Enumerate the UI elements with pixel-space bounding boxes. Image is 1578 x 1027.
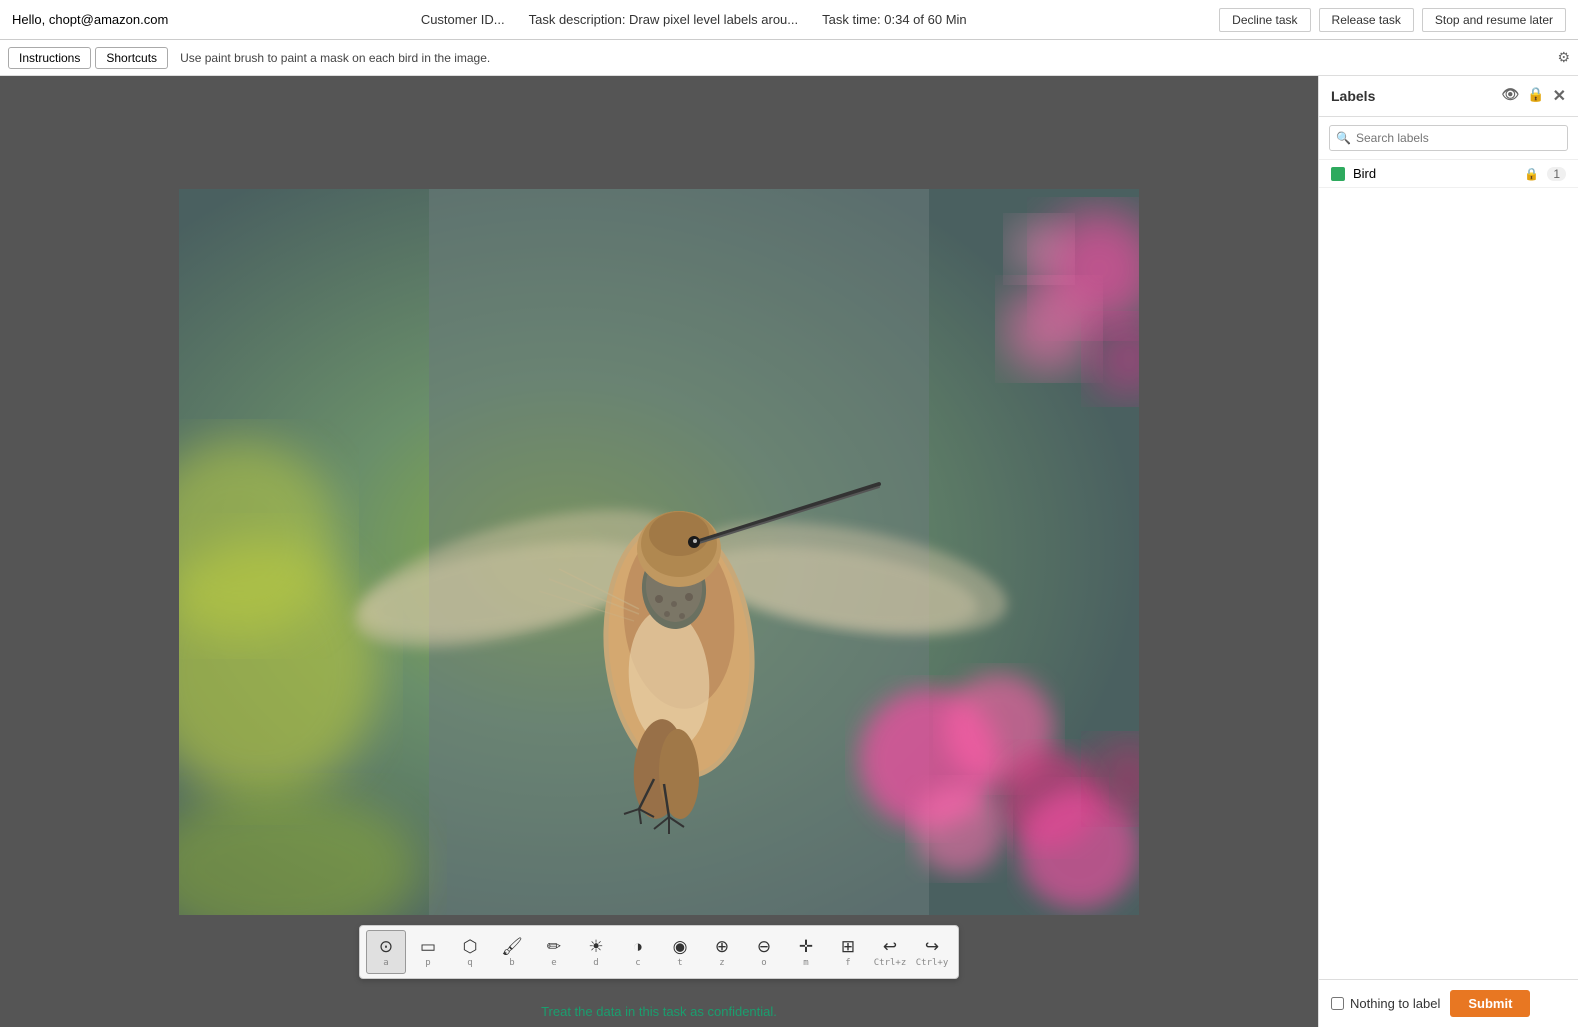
labels-title: Labels <box>1331 88 1375 104</box>
top-bar-center: Customer ID... Task description: Draw pi… <box>421 12 967 27</box>
zoom-in-tool[interactable]: ⊕z <box>702 930 742 974</box>
visibility-icon[interactable]: 👁 <box>1501 86 1519 106</box>
search-labels-wrap: 🔍 <box>1319 117 1578 160</box>
labels-list: Bird 🔒 1 <box>1319 160 1578 188</box>
fit-tool[interactable]: ⊞f <box>828 930 868 974</box>
poly-tool[interactable]: ⬡q <box>450 930 490 974</box>
task-description: Task description: Draw pixel level label… <box>529 12 799 27</box>
contrast-tool[interactable]: ◑c <box>618 930 658 974</box>
brightness-tool[interactable]: ☀d <box>576 930 616 974</box>
label-count: 1 <box>1547 167 1566 181</box>
search-labels-input[interactable] <box>1329 125 1568 151</box>
search-icon: 🔍 <box>1336 131 1351 145</box>
settings-icon[interactable]: ⚙ <box>1557 49 1570 66</box>
top-bar-left: Hello, chopt@amazon.com <box>12 12 168 27</box>
task-time: Task time: 0:34 of 60 Min <box>822 12 967 27</box>
confidential-notice: Treat the data in this task as confident… <box>0 1004 1318 1019</box>
labels-panel: Labels 👁 🔒 ✕ 🔍 Bird 🔒 1 Nothing to label <box>1318 76 1578 1027</box>
decline-task-button[interactable]: Decline task <box>1219 8 1310 32</box>
release-task-button[interactable]: Release task <box>1319 8 1414 32</box>
label-item[interactable]: Bird 🔒 1 <box>1319 160 1578 188</box>
customer-id: Customer ID... <box>421 12 505 27</box>
move-tool[interactable]: ✛m <box>786 930 826 974</box>
instructions-button[interactable]: Instructions <box>8 47 91 69</box>
select[interactable]: ⊙a <box>366 930 406 974</box>
greeting: Hello, chopt@amazon.com <box>12 12 168 27</box>
lock-icon[interactable]: 🔒 <box>1527 86 1544 106</box>
undo-button[interactable]: ↩Ctrl+z <box>870 930 910 974</box>
opacity-tool[interactable]: ◉t <box>660 930 700 974</box>
labels-header-icons: 👁 🔒 ✕ <box>1501 86 1566 106</box>
top-bar-right: Decline task Release task Stop and resum… <box>1219 8 1566 32</box>
submit-area: Nothing to label Submit <box>1319 979 1578 1027</box>
label-lock-icon: 🔒 <box>1524 167 1539 181</box>
eraser-tool[interactable]: ✏e <box>534 930 574 974</box>
label-color <box>1331 167 1345 181</box>
zoom-out-tool[interactable]: ⊖o <box>744 930 784 974</box>
close-icon[interactable]: ✕ <box>1553 86 1566 106</box>
nothing-to-label-label: Nothing to label <box>1350 996 1440 1011</box>
toolbar: ⊙a▭p⬡q🖌b✏e☀d◑c◉t⊕z⊖o✛m⊞f↩Ctrl+z↪Ctrl+y <box>359 925 959 979</box>
nothing-to-label-checkbox[interactable]: Nothing to label <box>1331 996 1440 1011</box>
instructions-bar: Instructions Shortcuts Use paint brush t… <box>0 40 1578 76</box>
brush-tool[interactable]: 🖌b <box>492 930 532 974</box>
main-area: ⊙a▭p⬡q🖌b✏e☀d◑c◉t⊕z⊖o✛m⊞f↩Ctrl+z↪Ctrl+y T… <box>0 76 1578 1027</box>
labels-header: Labels 👁 🔒 ✕ <box>1319 76 1578 117</box>
search-container: 🔍 <box>1329 125 1568 151</box>
bird-scene-svg <box>179 189 1139 915</box>
nothing-to-label-check[interactable] <box>1331 997 1344 1010</box>
instruction-text: Use paint brush to paint a mask on each … <box>180 51 490 65</box>
stop-resume-button[interactable]: Stop and resume later <box>1422 8 1566 32</box>
image-canvas[interactable] <box>179 189 1139 915</box>
confidential-text: Treat the data in this task as confident… <box>541 1004 777 1019</box>
top-bar: Hello, chopt@amazon.com Customer ID... T… <box>0 0 1578 40</box>
label-name: Bird <box>1353 166 1516 181</box>
redo-button[interactable]: ↪Ctrl+y <box>912 930 952 974</box>
submit-button[interactable]: Submit <box>1450 990 1530 1017</box>
shortcuts-button[interactable]: Shortcuts <box>95 47 168 69</box>
rect-tool[interactable]: ▭p <box>408 930 448 974</box>
canvas-area[interactable]: ⊙a▭p⬡q🖌b✏e☀d◑c◉t⊕z⊖o✛m⊞f↩Ctrl+z↪Ctrl+y T… <box>0 76 1318 1027</box>
